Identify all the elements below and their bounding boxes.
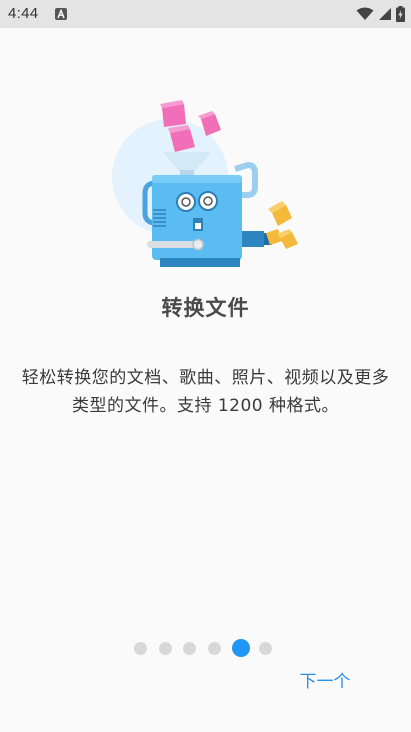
page-dot — [207, 641, 221, 655]
page-dot-active — [232, 639, 250, 657]
status-time: 4:44 — [8, 5, 39, 22]
onboarding-description: 轻松转换您的文档、歌曲、照片、视频以及更多类型的文件。支持 1200 种格式。 — [21, 368, 390, 416]
page-dot — [183, 641, 196, 655]
signal-icon — [379, 8, 391, 20]
next-button[interactable]: 下一个 — [292, 668, 358, 696]
yellow-cubes-output — [266, 201, 298, 249]
page-dot — [259, 641, 272, 655]
wifi-icon — [356, 7, 374, 20]
page-dot — [158, 641, 172, 655]
notification-a-icon — [55, 8, 67, 20]
page-indicator — [134, 639, 284, 657]
battery-icon — [396, 6, 405, 22]
onboarding-title: 转换文件 — [161, 296, 250, 320]
converter-machine-illustration — [100, 95, 310, 275]
page-dot — [134, 641, 147, 655]
status-bar: 4:44 — [0, 0, 411, 28]
status-icons — [356, 6, 405, 22]
